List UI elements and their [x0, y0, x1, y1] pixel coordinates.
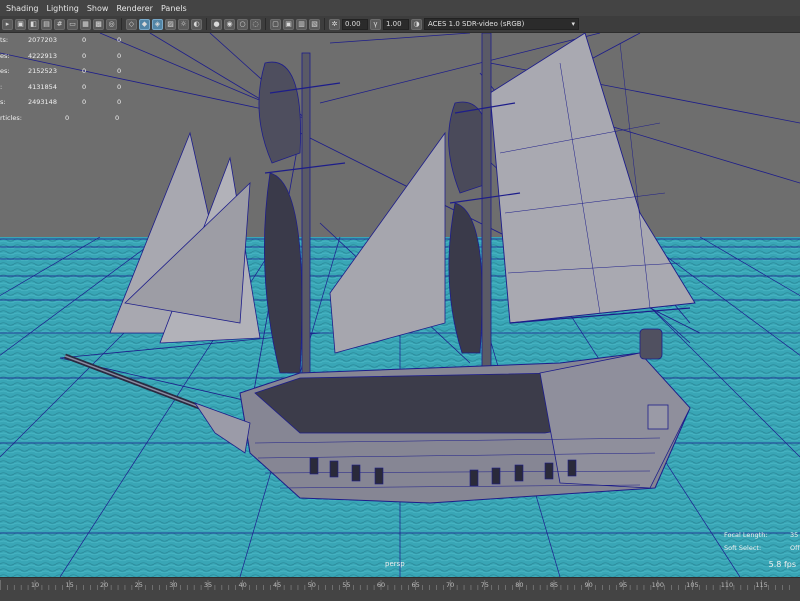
fps-readout: 5.8 fps	[768, 560, 796, 569]
gamma-icon[interactable]: γ	[370, 18, 381, 30]
isolate-select-icon[interactable]: ▢	[270, 18, 281, 30]
timeline-tick-label: 10	[30, 581, 40, 589]
timeline-tick-label: 55	[342, 581, 351, 589]
color-space-select[interactable]: ACES 1.0 SDR-video (sRGB) ▾	[424, 18, 579, 30]
timeline-tick-label: 80	[515, 581, 524, 589]
timeline-tick-label: 115	[755, 581, 768, 589]
timeline-tick-label: 15	[65, 581, 74, 589]
timeline-tick-label: 100	[651, 581, 665, 589]
timeline-tick-label: 90	[584, 581, 593, 589]
ambient-occlusion-icon[interactable]: ●	[211, 18, 222, 30]
hud-row: es: 2152523 0 0	[0, 67, 122, 75]
barrel	[639, 328, 663, 360]
xray-joints-icon[interactable]: ▥	[296, 18, 307, 30]
viewport-menu-bar: Shading Lighting Show Renderer Panels	[0, 0, 800, 17]
textured-icon[interactable]: ▨	[165, 18, 176, 30]
toolbar-divider	[121, 18, 122, 30]
field-chart-icon[interactable]: ◎	[106, 18, 117, 30]
lights-icon[interactable]: ☼	[178, 18, 189, 30]
timeline-tick-label: 105	[686, 581, 699, 589]
timeline-tick-label: 20	[100, 581, 109, 589]
hud-row: ts: 2077203 0 0	[0, 36, 122, 44]
hud-row: s: 2493148 0 0	[0, 98, 122, 106]
viewport-toolbar: ▸ ▣ ◧ ▤ # ▭ ▦ ▩ ◎ ◇ ◆ ◈ ▨ ☼ ◐ ● ◉ ○ ◌ ▢ …	[0, 16, 800, 33]
timeline-tick-label: 110	[720, 581, 734, 589]
time-slider[interactable]: 10 15 20 25 30 35 40 45 50 55 60 65 70 75 80 85 90 95 100 1…	[0, 577, 800, 601]
toolbar-divider	[324, 18, 325, 30]
xray-components-icon[interactable]: ▧	[309, 18, 320, 30]
hud-soft-select: Soft Select: Off	[724, 544, 800, 552]
shadows-icon[interactable]: ◐	[191, 18, 202, 30]
menu-lighting[interactable]: Lighting	[43, 4, 83, 13]
timeline-tick-label: 95	[619, 581, 628, 589]
timeline-tick-label: 60	[376, 581, 386, 589]
film-gate-icon[interactable]: ▭	[67, 18, 78, 30]
wireframe-icon[interactable]: ◇	[126, 18, 137, 30]
timeline-tick-label: 40	[238, 581, 247, 589]
toolbar-divider	[206, 18, 207, 30]
camera-hud: Focal Length: 35 Soft Select: Off	[724, 529, 800, 555]
hud-row: es: 4222913 0 0	[0, 51, 122, 60]
fore-topsail	[258, 61, 301, 164]
timeline-tick-label: 45	[273, 581, 282, 589]
poly-count-hud: ts: 2077203 0 0 es: 4222913 0 0 es: 2152…	[0, 33, 137, 126]
timeline-tick-label: 30	[169, 581, 178, 589]
select-camera-icon[interactable]: ▸	[2, 18, 13, 30]
timeline-tick-label: 50	[307, 581, 316, 589]
menu-panels[interactable]: Panels	[157, 4, 191, 13]
grid-icon[interactable]: #	[54, 18, 65, 30]
motion-blur-icon[interactable]: ◉	[224, 18, 235, 30]
exposure-icon[interactable]: ✲	[329, 18, 340, 30]
menu-renderer[interactable]: Renderer	[112, 4, 157, 13]
timeline-ticks	[0, 580, 790, 590]
chevron-down-icon: ▾	[571, 20, 575, 28]
menu-show[interactable]: Show	[83, 4, 113, 13]
main-mast	[481, 33, 492, 414]
gamma-field[interactable]	[383, 18, 409, 30]
color-management-icon[interactable]: ◑	[411, 18, 422, 30]
timeline-tick-label: 25	[134, 581, 143, 589]
xray-icon[interactable]: ▣	[283, 18, 294, 30]
timeline-tick-label: 65	[411, 581, 420, 589]
camera-name: persp	[385, 560, 405, 568]
perspective-viewport[interactable]: ts: 2077203 0 0 es: 4222913 0 0 es: 2152…	[0, 33, 800, 577]
timeline-tick-label: 75	[480, 581, 489, 589]
bookmark-icon[interactable]: ◧	[28, 18, 39, 30]
gaff-mainsail	[489, 33, 696, 324]
stern-window	[647, 404, 669, 430]
toolbar-divider	[265, 18, 266, 30]
timeline-tick-label: 70	[446, 581, 455, 589]
exposure-field[interactable]	[342, 18, 368, 30]
resolution-gate-icon[interactable]: ▦	[80, 18, 91, 30]
timeline-tick-label: 85	[549, 581, 559, 589]
smooth-shade-icon[interactable]: ◆	[139, 18, 150, 30]
lock-camera-icon[interactable]: ▣	[15, 18, 26, 30]
hud-focal-length: Focal Length: 35	[724, 531, 799, 539]
image-plane-icon[interactable]: ▤	[41, 18, 52, 30]
antialias-icon[interactable]: ○	[237, 18, 248, 30]
menu-shading[interactable]: Shading	[0, 4, 43, 13]
color-space-value: ACES 1.0 SDR-video (sRGB)	[428, 20, 525, 28]
hud-row: : 4131854 0 0	[0, 82, 122, 91]
gate-mask-icon[interactable]: ▩	[93, 18, 104, 30]
timeline-tick-label: 35	[203, 581, 213, 589]
depth-of-field-icon[interactable]: ◌	[250, 18, 261, 30]
wireframe-on-shaded-icon[interactable]: ◈	[152, 18, 163, 30]
hud-row: rticles: 0 0	[0, 113, 120, 122]
